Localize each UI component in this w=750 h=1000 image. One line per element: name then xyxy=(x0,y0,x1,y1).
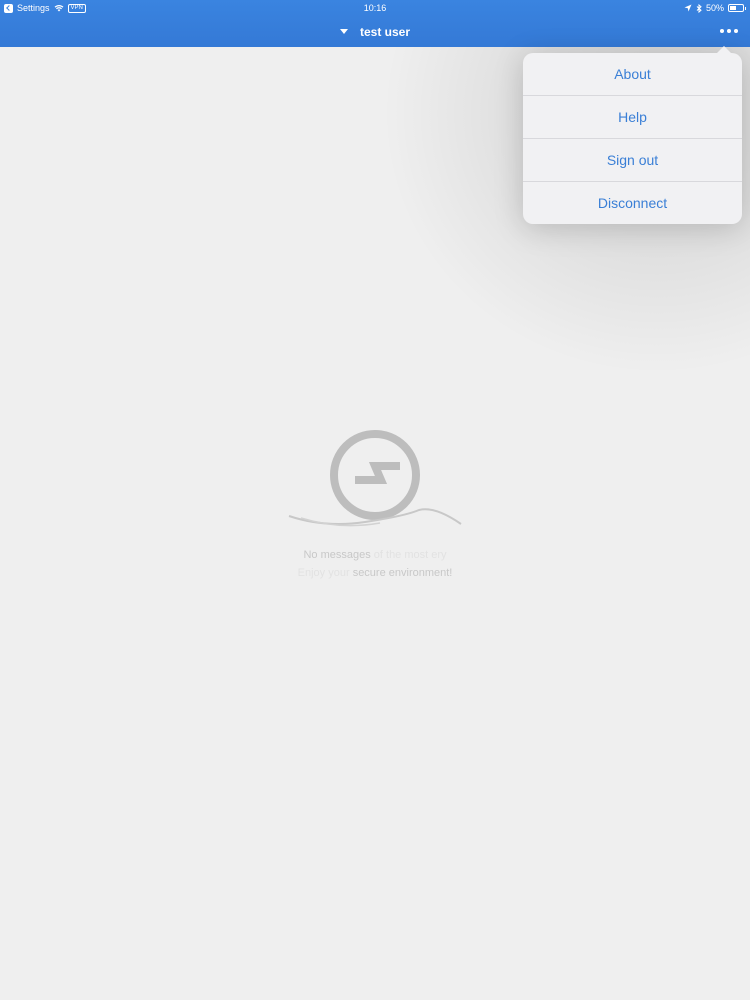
location-arrow-icon xyxy=(684,4,692,12)
more-dot-icon xyxy=(727,29,731,33)
empty-message-line-2: Enjoy your secure environment! xyxy=(250,564,500,582)
empty-line1-text: No messages xyxy=(303,549,371,561)
empty-message-line-1: No messages of the most ery xyxy=(250,546,500,564)
status-bar: Settings VPN 10:16 50% xyxy=(0,0,750,16)
account-switcher[interactable]: test user xyxy=(0,16,750,47)
app-logo-icon xyxy=(288,430,462,527)
top-bar: Settings VPN 10:16 50% test user xyxy=(0,0,750,47)
battery-percent: 50% xyxy=(705,3,724,13)
chevron-down-icon[interactable] xyxy=(339,29,348,34)
options-menu: About Help Sign out Disconnect xyxy=(523,46,742,224)
nav-bar: test user xyxy=(0,16,750,47)
more-dot-icon xyxy=(720,29,724,33)
status-right: 50% xyxy=(684,0,746,16)
menu-item-help[interactable]: Help xyxy=(523,96,742,139)
menu-item-disconnect[interactable]: Disconnect xyxy=(523,182,742,224)
bluetooth-icon xyxy=(696,3,702,13)
battery-icon xyxy=(728,4,746,12)
empty-line2-text: secure environment! xyxy=(352,567,453,579)
status-time: 10:16 xyxy=(363,3,387,13)
app-screen: Settings VPN 10:16 50% test user No mess… xyxy=(0,0,750,1000)
nav-title[interactable]: test user xyxy=(360,25,410,39)
menu-item-about[interactable]: About xyxy=(523,53,742,96)
empty-line1-faint-text: of the most ery xyxy=(373,549,447,561)
empty-line2-faint-text: Enjoy your xyxy=(297,567,350,579)
menu-item-sign-out[interactable]: Sign out xyxy=(523,139,742,182)
more-options-button[interactable] xyxy=(720,26,738,36)
empty-state: No messages of the most ery Enjoy your s… xyxy=(250,430,500,582)
empty-message: No messages of the most ery Enjoy your s… xyxy=(250,546,500,582)
more-dot-icon xyxy=(734,29,738,33)
